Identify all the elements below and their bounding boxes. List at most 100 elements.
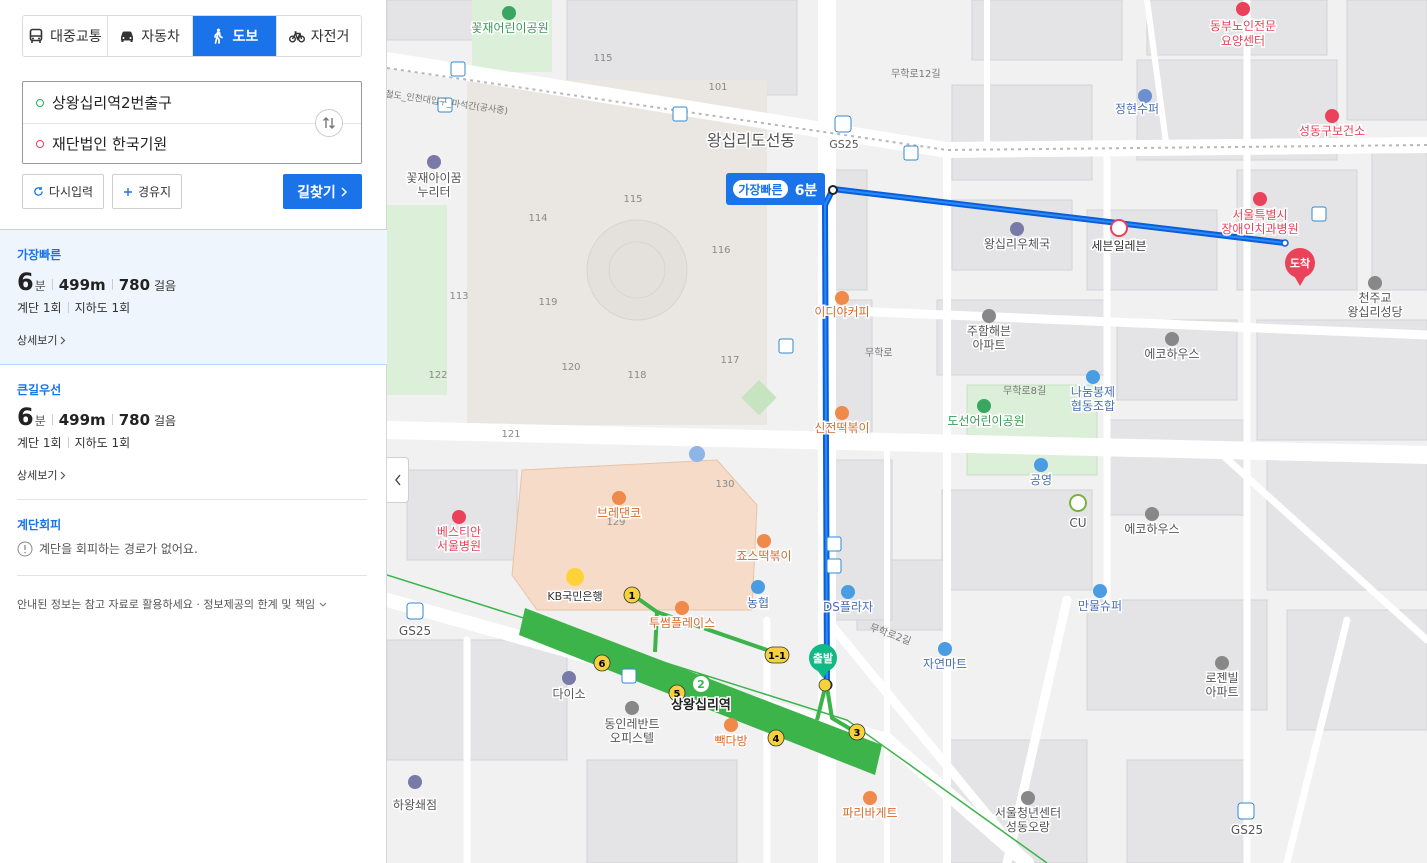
origin-dot-icon [36,98,44,107]
bank-icon[interactable] [566,568,584,586]
place-label: 다이소 [552,687,585,701]
apartment-icon[interactable] [1215,656,1229,670]
hospital-icon[interactable] [1325,109,1339,123]
bank-icon[interactable] [751,580,765,594]
chevron-right-icon [61,336,66,344]
shop-icon[interactable] [938,642,952,656]
place-label: 파리바게트 [842,806,897,820]
place-label: 동인레반트 [604,717,659,731]
bus-stop-icon[interactable] [778,338,794,354]
tab-walk[interactable]: 도보 [192,16,278,56]
tab-car[interactable]: 자동차 [107,16,193,56]
hospital-icon[interactable] [1236,2,1250,16]
shop-icon[interactable] [1086,370,1100,384]
shop-icon[interactable] [562,671,576,685]
refresh-icon [34,186,43,196]
bus-stop-icon[interactable] [1311,206,1327,222]
place-label: 서울병원 [437,539,481,553]
divider [17,575,367,576]
apartment-icon[interactable] [1165,332,1179,346]
green-area [387,205,447,395]
route-steps: 780 [118,411,151,429]
route-option-fastest[interactable]: 가장빠른 6 분 499m 780 걸음 계단 1회 지하도 1회 상세보기 [0,229,387,365]
place-label: 아파트 [1205,685,1238,699]
route-detail-link[interactable]: 상세보기 [17,467,387,483]
stair-avoid-message-row: 계단을 회피하는 경로가 없어요. [17,540,387,557]
place-label: CU [1069,516,1086,530]
route-summary: 6 분 499m 780 걸음 [17,269,387,295]
hospital-icon[interactable] [452,510,466,524]
bus-stop-icon[interactable] [450,61,466,77]
cafe-icon[interactable] [675,601,689,615]
place-label: 왕십리우체국 [984,237,1050,251]
parking-icon[interactable] [689,446,705,462]
swap-button[interactable] [315,109,343,137]
map-view[interactable]: 가장빠른 6분 출발 도착 1 1-1 3 4 5 6 2 상왕십리역 115 … [387,0,1427,863]
gs25-icon[interactable] [406,602,424,620]
origin-text: 상왕십리역2번출구 [52,94,172,112]
destination-field[interactable]: 재단법인 한국기원 [23,123,361,163]
find-route-label: 길찾기 [297,184,336,201]
park-icon[interactable] [502,6,516,20]
place-label: DS플라자 [823,600,873,614]
church-icon[interactable] [1368,276,1382,290]
divider [17,499,367,500]
district-label: 왕십리도선동 [707,131,795,150]
hospital-icon[interactable] [1253,192,1267,206]
exit-1-1-label: 1-1 [768,651,786,662]
route-detail-link[interactable]: 상세보기 [17,332,387,348]
shop-icon[interactable] [1138,89,1152,103]
restaurant-icon[interactable] [612,491,626,505]
cu-icon[interactable] [1069,494,1087,512]
shop-icon[interactable] [1093,584,1107,598]
transport-mode-tabs: 대중교통 자동차 도보 자전거 [22,15,362,57]
bus-icon [29,28,43,43]
station-name: 상왕십리역 [671,697,731,713]
reset-label: 다시입력 [48,185,94,199]
origin-field[interactable]: 상왕십리역2번출구 [23,82,361,123]
building-icon[interactable] [1021,791,1035,805]
bakery-icon[interactable] [863,791,877,805]
tab-public-transit[interactable]: 대중교통 [23,16,108,56]
disclaimer[interactable]: 안내된 정보는 참고 자료로 활용하세요 · 정보제공의 한계 및 책임 [17,596,327,612]
tab-bicycle[interactable]: 자전거 [277,16,361,56]
bus-stop-icon[interactable] [826,536,842,552]
building-icon[interactable] [625,701,639,715]
building-number: 113 [449,291,468,302]
route-facilities: 계단 1회 지하도 1회 [17,299,387,316]
park-icon[interactable] [977,399,991,413]
bus-stop-icon[interactable] [621,668,637,684]
apartment-icon[interactable] [1145,507,1159,521]
find-route-button[interactable]: 길찾기 [283,174,362,209]
gs25-icon[interactable] [834,115,852,133]
shop-icon[interactable] [841,585,855,599]
building-icon[interactable] [427,155,441,169]
bus-stop-icon[interactable] [672,106,688,122]
reset-button[interactable]: 다시입력 [22,174,104,209]
shop-icon[interactable] [408,775,422,789]
post-office-icon[interactable] [1010,222,1024,236]
cafe-icon[interactable] [835,291,849,305]
store-icon[interactable] [1110,219,1128,237]
apartment-icon[interactable] [982,309,996,323]
restaurant-icon[interactable] [835,406,849,420]
route-underpass: 지하도 1회 [74,301,131,315]
cafe-icon[interactable] [724,718,738,732]
route-minutes-unit: 분 [34,414,46,428]
exit-1-label: 1 [629,591,636,602]
place-label: 왕십리성당 [1347,305,1402,319]
parking-icon[interactable] [1034,458,1048,472]
add-waypoint-button[interactable]: 경유지 [112,174,182,209]
map-canvas[interactable]: 가장빠른 6분 출발 도착 1 1-1 3 4 5 6 2 상왕십리역 115 … [387,0,1427,863]
bus-stop-icon[interactable] [903,145,919,161]
place-label: 천주교 [1358,290,1391,305]
route-option-main-road[interactable]: 큰길우선 6 분 499m 780 걸음 계단 1회 지하도 1회 상세보기 [0,381,387,483]
exit-2-icon[interactable] [818,678,832,692]
gs25-icon[interactable] [1237,802,1255,820]
route-badge[interactable]: 가장빠른 6분 [726,173,825,205]
restaurant-icon[interactable] [757,534,771,548]
bus-stop-icon[interactable] [826,558,842,574]
tab-label: 자동차 [141,29,180,45]
building-number: 115 [593,53,612,64]
collapse-panel-button[interactable] [387,457,409,503]
